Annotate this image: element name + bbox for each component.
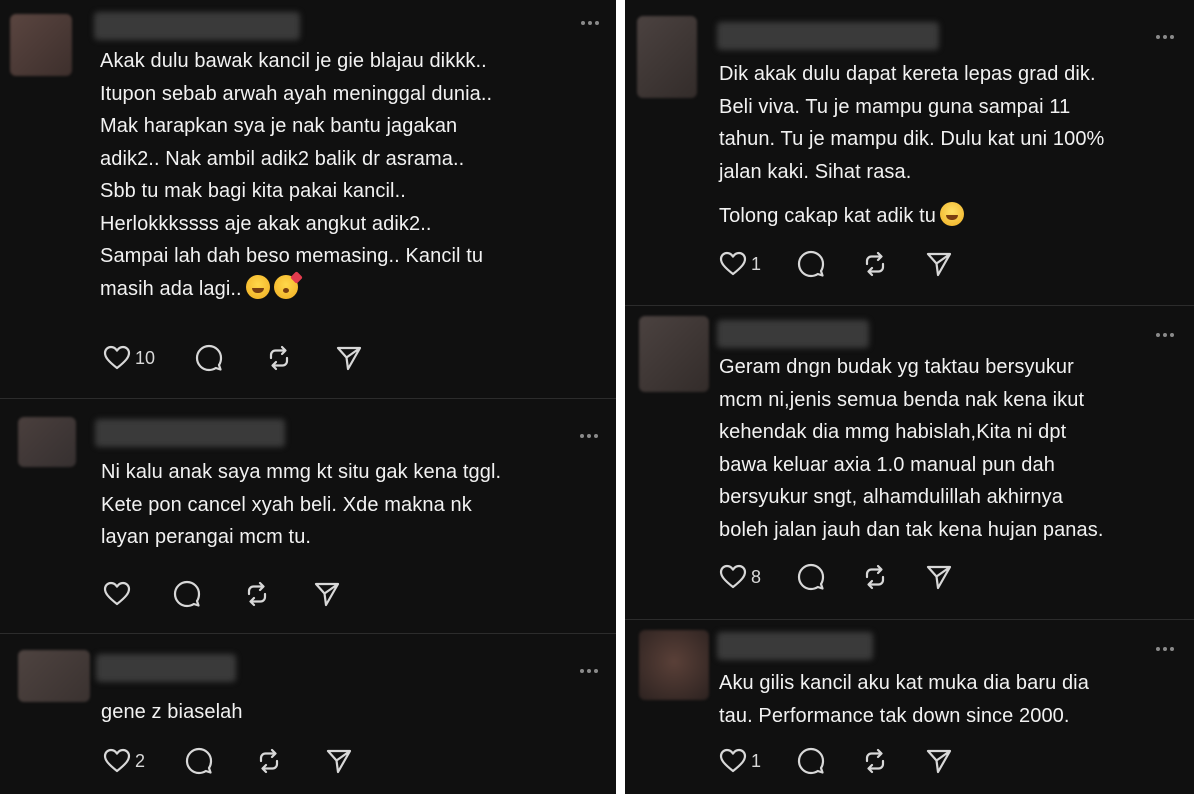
right-thread-column: Dik akak dulu dapat kereta lepas grad di… xyxy=(625,0,1194,794)
share-button[interactable] xyxy=(925,746,953,776)
post-text: Geram dngn budak yg taktau bersyukur mcm… xyxy=(719,356,1104,541)
reply-post: Aku gilis kancil aku kat muka dia baru d… xyxy=(625,620,1194,794)
face-blowing-kiss-emoji xyxy=(273,270,303,299)
post-text-content: Tolong cakap kat adik tu xyxy=(719,205,936,227)
share-button[interactable] xyxy=(313,579,341,609)
username-blurred[interactable] xyxy=(717,320,869,348)
action-bar: 10 xyxy=(103,343,363,373)
like-button[interactable] xyxy=(103,579,135,609)
speech-bubble-icon xyxy=(797,250,825,278)
reply-button[interactable] xyxy=(195,343,223,373)
like-count: 10 xyxy=(135,347,156,368)
more-options-button[interactable] xyxy=(577,429,601,443)
avatar[interactable] xyxy=(639,316,709,392)
like-count: 2 xyxy=(135,750,146,771)
repost-button[interactable] xyxy=(861,562,889,592)
avatar[interactable] xyxy=(637,16,697,98)
more-options-button[interactable] xyxy=(1153,642,1177,656)
paper-plane-icon xyxy=(926,565,952,590)
like-button[interactable]: 8 xyxy=(719,562,761,592)
post-text: Aku gilis kancil aku kat muka dia baru d… xyxy=(719,672,1089,727)
speech-bubble-icon xyxy=(173,580,201,608)
reply-post: Ni kalu anak saya mmg kt situ gak kena t… xyxy=(0,399,616,629)
grinning-sweat-emoji xyxy=(939,202,964,226)
post-text: Dik akak dulu dapat kereta lepas grad di… xyxy=(719,63,1105,183)
avatar[interactable] xyxy=(18,650,90,702)
repost-button[interactable] xyxy=(243,579,271,609)
heart-icon xyxy=(103,345,131,370)
username-blurred[interactable] xyxy=(717,22,939,50)
repost-arrows-icon xyxy=(865,748,885,774)
reply-post: Dik akak dulu dapat kereta lepas grad di… xyxy=(625,0,1194,300)
heart-icon xyxy=(719,748,747,773)
left-thread-column: Akak dulu bawak kancil je gie blajau dik… xyxy=(0,0,616,794)
reply-button[interactable] xyxy=(797,562,825,592)
like-count: 8 xyxy=(751,566,762,587)
reply-button[interactable] xyxy=(173,579,201,609)
like-count: 1 xyxy=(751,253,762,274)
post-text-second-paragraph: Tolong cakap kat adik tu xyxy=(719,200,1189,233)
avatar[interactable] xyxy=(18,417,76,467)
speech-bubble-icon xyxy=(185,747,213,775)
repost-button[interactable] xyxy=(861,249,889,279)
action-bar: 1 xyxy=(719,249,953,279)
heart-icon xyxy=(719,251,747,276)
post-text-content: Akak dulu bawak kancil je gie blajau dik… xyxy=(100,50,493,300)
repost-arrows-icon xyxy=(259,748,279,774)
post-text: gene z biaselah xyxy=(101,701,243,723)
like-button[interactable]: 1 xyxy=(719,249,761,279)
repost-arrows-icon xyxy=(269,345,289,371)
like-count: 1 xyxy=(751,750,762,771)
post-text: Akak dulu bawak kancil je gie blajau dik… xyxy=(100,45,610,305)
action-bar xyxy=(103,579,341,609)
share-button[interactable] xyxy=(925,249,953,279)
heart-icon xyxy=(103,581,131,606)
more-options-button[interactable] xyxy=(1153,328,1177,342)
share-button[interactable] xyxy=(925,562,953,592)
paper-plane-icon xyxy=(926,252,952,277)
repost-arrows-icon xyxy=(865,564,885,590)
more-options-button[interactable] xyxy=(578,16,602,30)
paper-plane-icon xyxy=(314,582,340,607)
reply-button[interactable] xyxy=(797,249,825,279)
more-options-button[interactable] xyxy=(1153,30,1177,44)
reply-post: gene z biaselah 2 xyxy=(0,634,616,794)
reply-post: Akak dulu bawak kancil je gie blajau dik… xyxy=(0,0,616,392)
heart-icon xyxy=(719,564,747,589)
reply-button[interactable] xyxy=(185,746,213,776)
like-button[interactable]: 2 xyxy=(103,746,145,776)
speech-bubble-icon xyxy=(797,747,825,775)
speech-bubble-icon xyxy=(797,563,825,591)
repost-arrows-icon xyxy=(865,251,885,277)
username-blurred[interactable] xyxy=(717,632,873,660)
action-bar: 8 xyxy=(719,562,953,592)
username-blurred[interactable] xyxy=(94,12,300,40)
repost-button[interactable] xyxy=(255,746,283,776)
repost-button[interactable] xyxy=(265,343,293,373)
action-bar: 1 xyxy=(719,746,953,776)
repost-arrows-icon xyxy=(247,581,267,607)
like-button[interactable]: 10 xyxy=(103,343,155,373)
action-bar: 2 xyxy=(103,746,353,776)
reply-button[interactable] xyxy=(797,746,825,776)
paper-plane-icon xyxy=(326,749,352,774)
share-button[interactable] xyxy=(335,343,363,373)
username-blurred[interactable] xyxy=(96,654,236,682)
username-blurred[interactable] xyxy=(95,419,285,447)
speech-bubble-icon xyxy=(195,344,223,372)
paper-plane-icon xyxy=(336,346,362,371)
more-options-button[interactable] xyxy=(577,664,601,678)
share-button[interactable] xyxy=(325,746,353,776)
paper-plane-icon xyxy=(926,749,952,774)
heart-icon xyxy=(103,748,131,773)
avatar[interactable] xyxy=(639,630,709,700)
avatar[interactable] xyxy=(10,14,72,76)
post-text: Ni kalu anak saya mmg kt situ gak kena t… xyxy=(101,461,502,548)
hugging-face-emoji xyxy=(245,274,270,299)
repost-button[interactable] xyxy=(861,746,889,776)
like-button[interactable]: 1 xyxy=(719,746,761,776)
reply-post: Geram dngn budak yg taktau bersyukur mcm… xyxy=(625,306,1194,618)
